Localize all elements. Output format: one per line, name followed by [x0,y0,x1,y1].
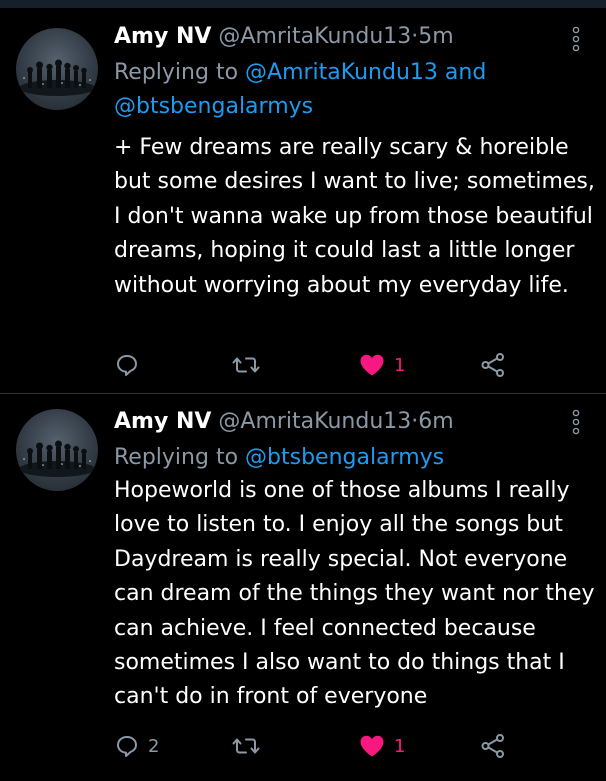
tweet-reply[interactable]: Amy NV @AmritaKundu13·6m Replying to @bt… [0,395,606,781]
like-count: 1 [394,354,406,376]
timestamp[interactable]: 5m [418,24,453,49]
tweet-actions: 2 1 [114,731,534,761]
share-icon [481,353,504,377]
display-name[interactable]: Amy NV [114,24,211,49]
more-vertical-icon[interactable] [565,409,587,435]
mention-link[interactable]: @btsbengalarmys [245,445,444,470]
heart-filled-icon [360,735,384,757]
retweet-button[interactable] [232,731,260,761]
share-button[interactable] [480,731,506,761]
mention-link[interactable]: @btsbengalarmys [114,94,313,119]
reply-bubble-icon [117,736,137,757]
reply-bubble-icon [117,355,137,376]
reply-button[interactable] [114,350,140,380]
top-strip [0,0,606,8]
share-button[interactable] [480,350,506,380]
avatar-silhouettes [19,440,95,477]
mention-joiner: and [444,60,487,85]
retweet-icon [232,357,260,373]
heart-filled-icon [360,354,384,376]
reply-button[interactable]: 2 [114,731,159,761]
replying-to: Replying to @btsbengalarmys [114,441,584,475]
display-name[interactable]: Amy NV [114,409,211,434]
user-handle[interactable]: @AmritaKundu13 [218,24,411,49]
avatar[interactable] [16,409,98,491]
tweet-reply[interactable]: Amy NV @AmritaKundu13·5m Replying to @Am… [0,8,606,394]
tweet-header: Amy NV @AmritaKundu13·5m [114,22,454,52]
like-count: 1 [394,735,406,757]
tweet-header: Amy NV @AmritaKundu13·6m [114,407,454,437]
timestamp[interactable]: 6m [418,409,453,434]
replying-to-label: Replying to [114,445,239,470]
tweet-actions: 1 [114,350,534,380]
mention-link[interactable]: @AmritaKundu13 [245,60,438,85]
replying-to-label: Replying to [114,60,239,85]
tweet-divider [0,393,606,394]
retweet-button[interactable] [232,350,260,380]
avatar[interactable] [16,28,98,110]
reply-count: 2 [148,735,160,757]
more-vertical-icon[interactable] [565,26,587,52]
like-button[interactable]: 1 [358,350,405,380]
avatar-silhouettes [19,59,95,96]
like-button[interactable]: 1 [358,731,405,761]
replying-to: Replying to @AmritaKundu13 and @btsbenga… [114,56,534,124]
tweet-text: Hopeworld is one of those albums I reall… [114,478,595,710]
share-icon [481,734,504,758]
retweet-icon [232,738,260,754]
user-handle[interactable]: @AmritaKundu13 [218,409,411,434]
tweet-text: + Few dreams are really scary & horeible… [114,135,595,298]
